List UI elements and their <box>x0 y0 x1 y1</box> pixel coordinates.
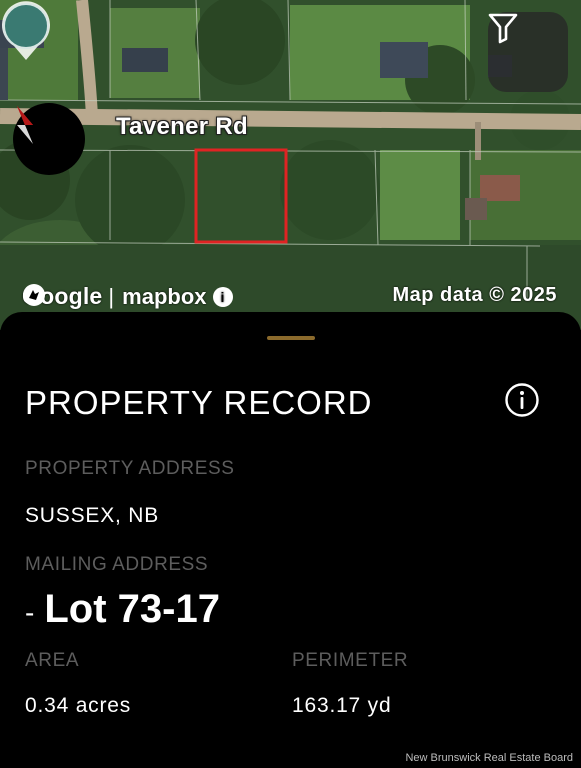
mailing-address-value: - Lot 73-17 <box>25 587 220 632</box>
property-address-value: SUSSEX, NB <box>25 504 160 527</box>
perimeter-label: PERIMETER <box>292 650 409 671</box>
mapbox-logo[interactable]: mapbox i <box>23 283 233 310</box>
map-pin-icon[interactable] <box>0 0 52 62</box>
area-value: 0.34 acres <box>25 694 132 717</box>
filter-button[interactable] <box>488 12 568 92</box>
property-address-label: PROPERTY ADDRESS <box>25 458 235 479</box>
attribution-info-icon[interactable]: i <box>212 286 233 307</box>
sheet-drag-handle[interactable] <box>267 336 315 340</box>
page-title: PROPERTY RECORD <box>25 384 373 421</box>
mapbox-icon <box>23 284 45 306</box>
perimeter-value: 163.17 yd <box>292 694 392 717</box>
map-view[interactable]: Tavener Rd Google | mapbox i Map data © … <box>0 0 581 330</box>
info-circle-icon[interactable] <box>504 382 540 418</box>
lot-number: Lot 73-17 <box>44 587 220 631</box>
property-record-sheet: PROPERTY RECORD PROPERTY ADDRESS SUSSEX,… <box>0 312 581 768</box>
watermark-credit: New Brunswick Real Estate Board <box>405 752 573 764</box>
mailing-dash: - <box>25 597 35 628</box>
mapbox-label: mapbox <box>122 283 207 309</box>
compass-button[interactable] <box>13 103 85 175</box>
filter-icon <box>488 13 518 44</box>
map-copyright: Map data © 2025 <box>392 284 557 306</box>
attribution-separator: | <box>108 283 115 309</box>
mailing-address-label: MAILING ADDRESS <box>25 554 209 575</box>
map-attribution: Google | mapbox i <box>22 283 233 310</box>
compass-icon <box>17 106 33 144</box>
road-label: Tavener Rd <box>116 113 248 140</box>
area-label: AREA <box>25 650 80 671</box>
